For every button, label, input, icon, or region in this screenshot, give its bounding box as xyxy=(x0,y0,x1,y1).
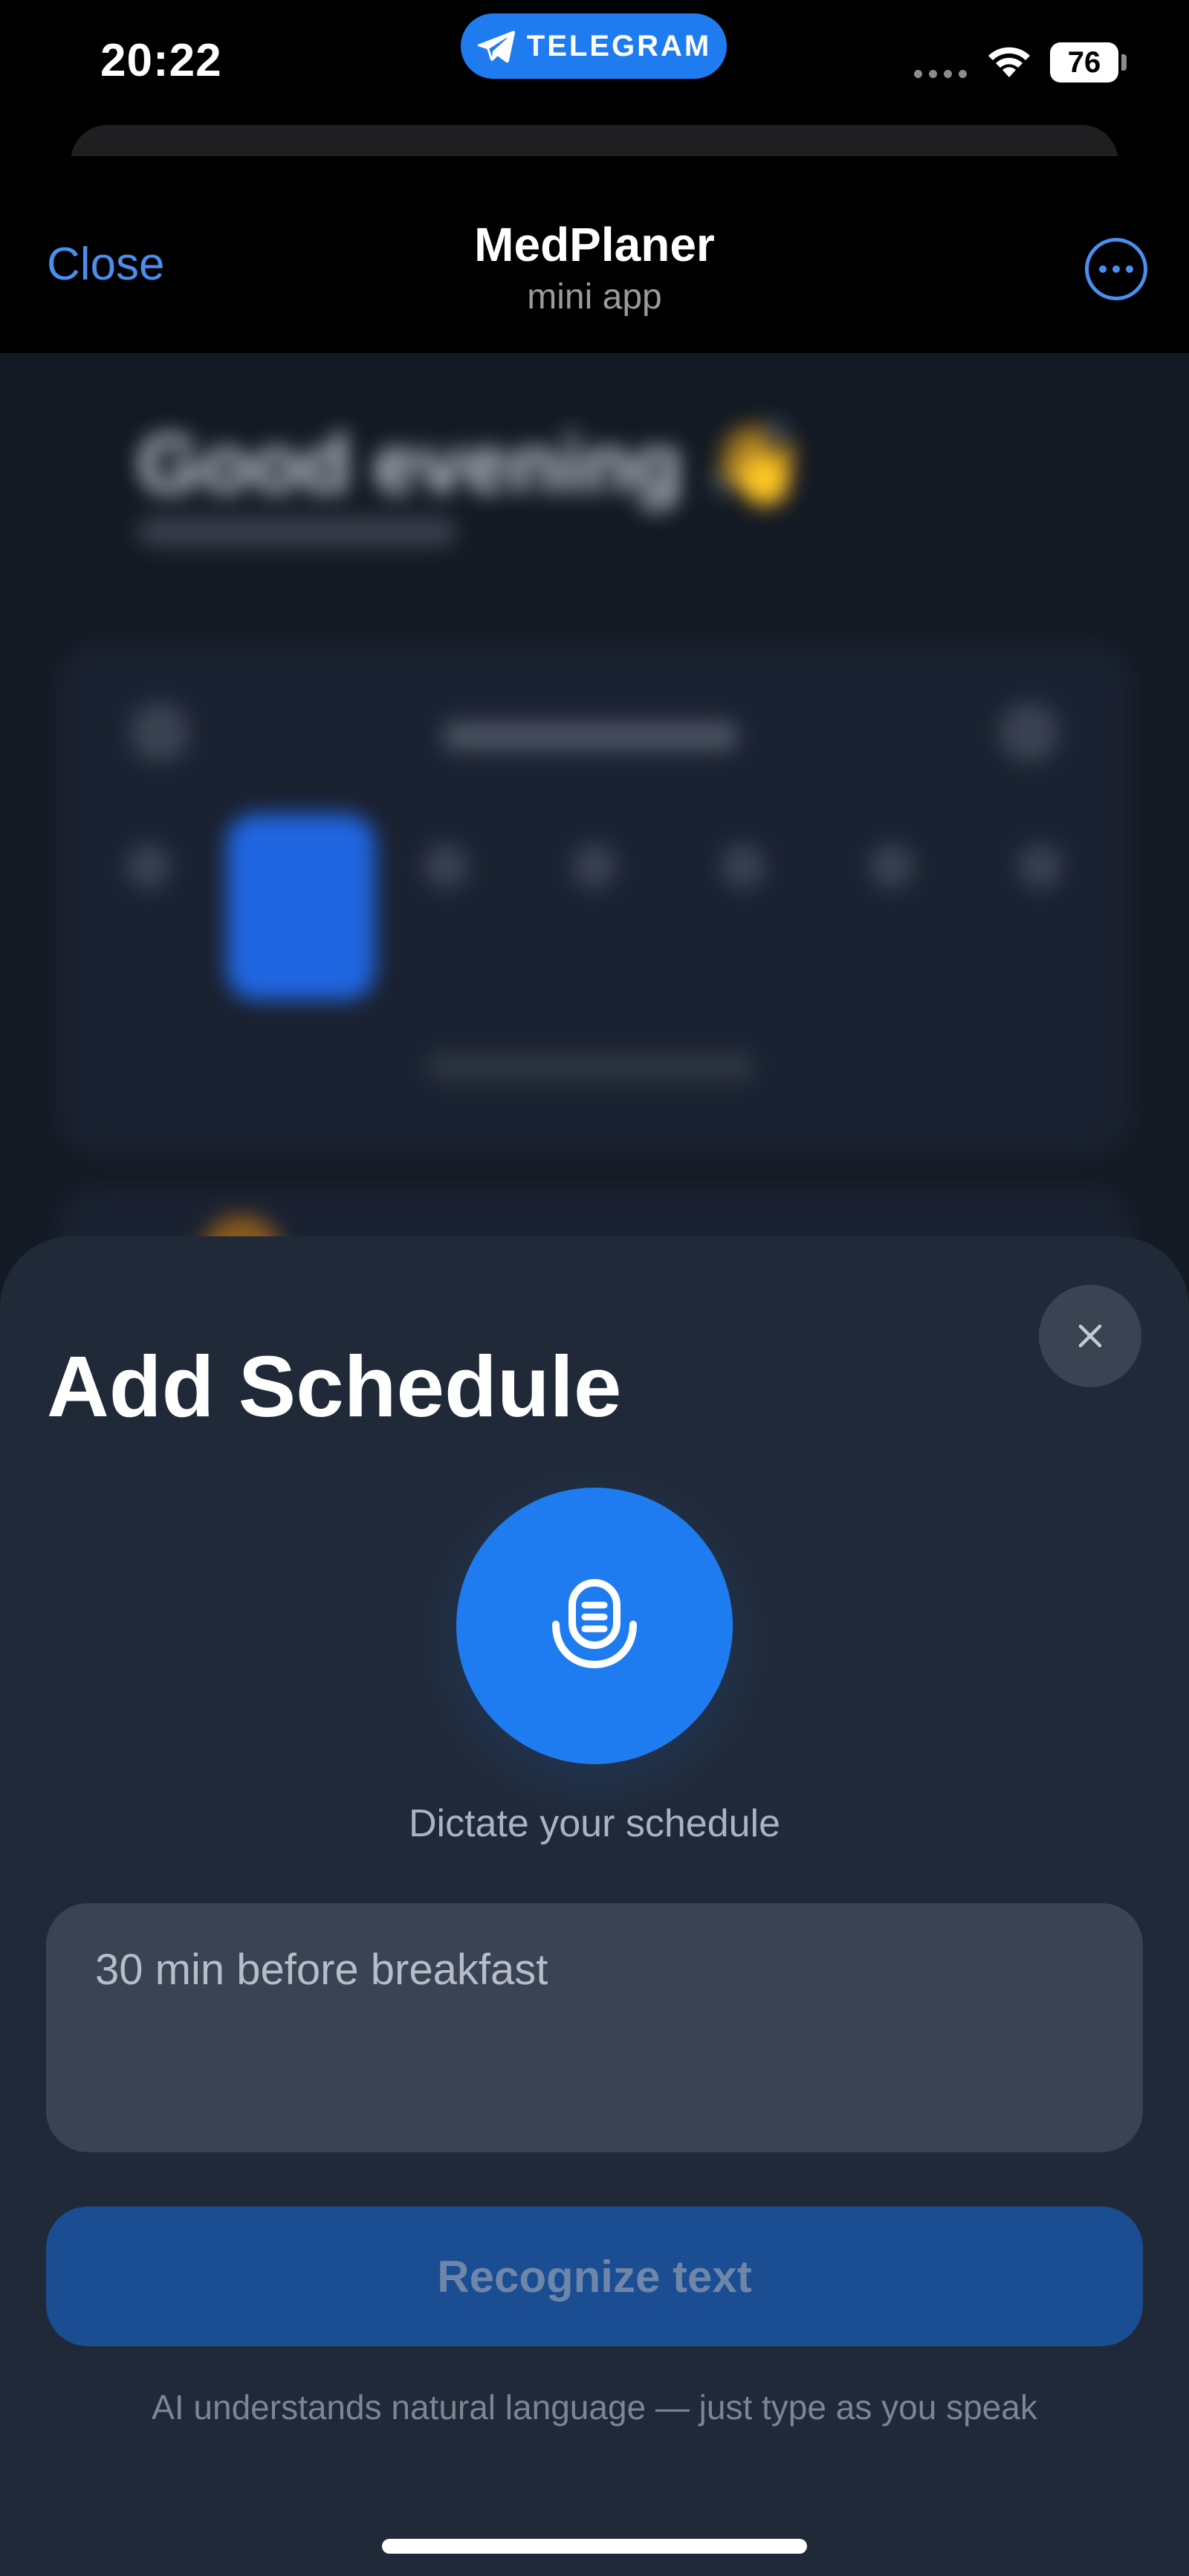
more-options-button[interactable] xyxy=(1085,238,1147,300)
background-day xyxy=(721,844,765,888)
mic-caption: Dictate your schedule xyxy=(408,1802,781,1845)
mini-app-title: MedPlaner xyxy=(474,218,715,271)
background-day xyxy=(1018,844,1063,888)
mini-app-subtitle: mini app xyxy=(527,277,662,317)
background-next-week-icon xyxy=(1000,703,1059,762)
telegram-pill-label: TELEGRAM xyxy=(526,29,712,62)
telegram-logo-icon xyxy=(477,30,515,63)
cellular-signal-icon xyxy=(914,70,967,78)
background-week-range xyxy=(442,721,739,751)
background-card-footer xyxy=(427,1052,754,1082)
wifi-icon xyxy=(988,47,1030,77)
close-icon xyxy=(1078,1324,1102,1348)
sheet-title: Add Schedule xyxy=(47,1338,622,1435)
telegram-pill[interactable]: TELEGRAM xyxy=(461,13,727,79)
battery-tip xyxy=(1121,54,1127,71)
background-day xyxy=(572,844,617,888)
battery-icon: 76 xyxy=(1050,42,1118,83)
mini-app-header: Close MedPlaner mini app xyxy=(0,156,1189,353)
background-day xyxy=(126,844,171,888)
status-time: 20:22 xyxy=(100,35,222,86)
background-greeting-subtitle xyxy=(137,517,457,546)
background-day xyxy=(869,844,914,888)
background-prev-week-icon xyxy=(130,703,189,762)
sheet-close-button[interactable] xyxy=(1039,1285,1141,1387)
background-greeting: Good evening 👋 xyxy=(137,419,807,510)
home-indicator[interactable] xyxy=(382,2539,807,2554)
background-calendar-card xyxy=(56,643,1133,1156)
add-schedule-sheet: Add Schedule Dictate your schedule Recog… xyxy=(0,1236,1189,2576)
dictate-mic-button[interactable] xyxy=(456,1488,733,1764)
status-bar: 20:22 TELEGRAM 76 xyxy=(0,0,1189,162)
background-day xyxy=(424,844,468,888)
microphone-icon xyxy=(552,1579,637,1669)
natural-language-hint: AI understands natural language — just t… xyxy=(152,2388,1037,2427)
background-selected-day xyxy=(227,814,375,1000)
schedule-text-input[interactable] xyxy=(46,1903,1143,2152)
recognize-text-button[interactable]: Recognize text xyxy=(46,2207,1143,2346)
more-dots-icon xyxy=(1099,265,1107,273)
